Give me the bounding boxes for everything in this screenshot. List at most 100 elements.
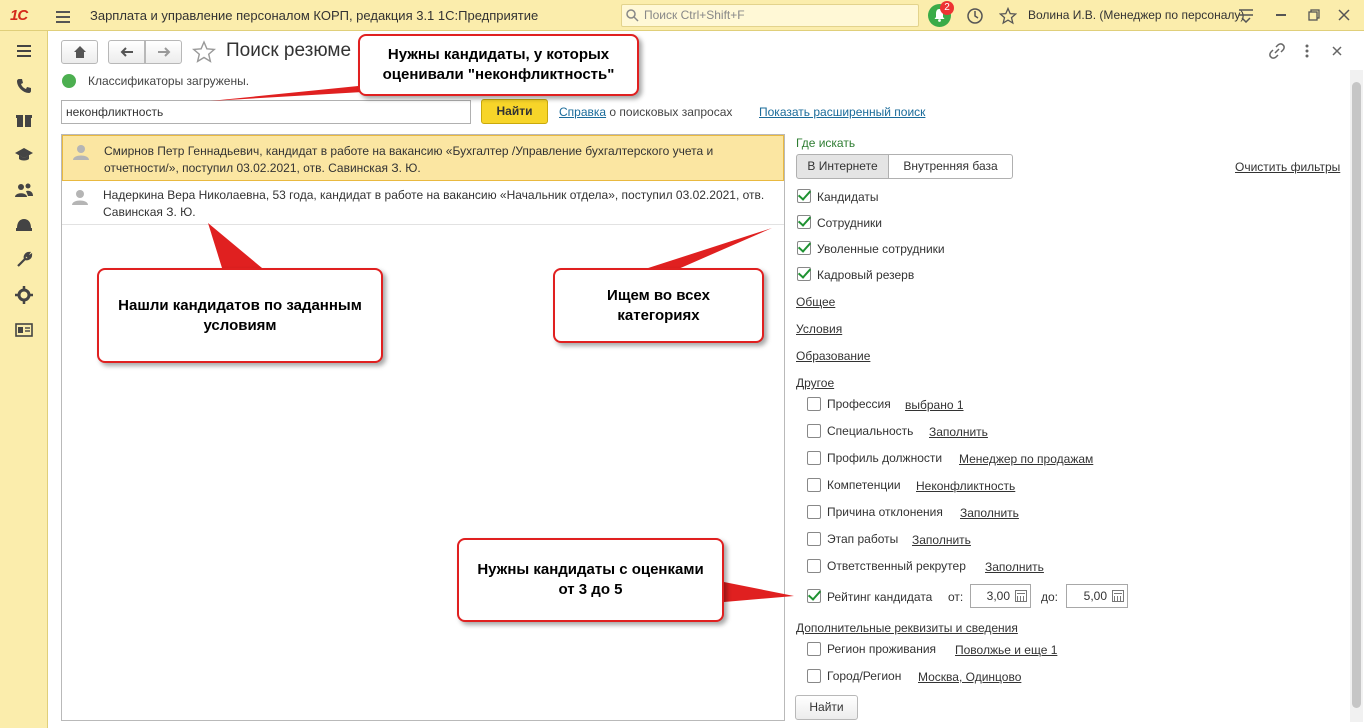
page-title: Поиск резюме — [226, 40, 352, 61]
settings-menu-icon[interactable] — [1238, 7, 1254, 23]
profession-label: Профессия — [827, 397, 891, 411]
status-ok-icon — [62, 74, 76, 88]
specialty-value-link[interactable]: Заполнить — [929, 425, 988, 439]
helmet-icon[interactable] — [14, 215, 34, 235]
people-icon[interactable] — [14, 180, 34, 200]
arrow-right-icon — [157, 47, 170, 57]
callout-rating: Нужны кандидаты с оценками от 3 до 5 — [457, 538, 724, 622]
clear-filters-link[interactable]: Очистить фильтры — [1235, 160, 1340, 174]
calculator-icon[interactable] — [1112, 590, 1124, 602]
position-profile-label: Профиль должности — [827, 451, 943, 465]
position-profile-value-link[interactable]: Менеджер по продажам — [959, 452, 1093, 466]
dismissed-employees-label: Уволенные сотрудники — [817, 242, 945, 256]
home-button[interactable] — [61, 40, 98, 64]
rating-from-input[interactable]: 3,00 — [970, 584, 1031, 608]
forward-button[interactable] — [145, 40, 182, 64]
gear-icon[interactable] — [14, 285, 34, 305]
search-query-input[interactable]: неконфликтность — [61, 100, 471, 124]
city-checkbox[interactable] — [807, 669, 821, 683]
current-user[interactable]: Волина И.В. (Менеджер по персоналу) — [1028, 0, 1244, 31]
region-value-link[interactable]: Поволжье и еще 1 — [955, 643, 1057, 657]
rating-checkbox[interactable] — [807, 589, 821, 603]
help-suffix: о поисковых запросах — [609, 105, 733, 119]
city-value-link[interactable]: Москва, Одинцово — [918, 670, 1021, 684]
global-search-input[interactable]: Поиск Ctrl+Shift+F — [621, 4, 919, 27]
add-to-favorites-star-icon[interactable] — [192, 40, 216, 64]
rating-to-input[interactable]: 5,00 — [1066, 584, 1128, 608]
profession-checkbox[interactable] — [807, 397, 821, 411]
back-button[interactable] — [108, 40, 145, 64]
scrollbar-thumb[interactable] — [1352, 82, 1361, 708]
link-icon[interactable] — [1269, 43, 1285, 59]
gift-icon[interactable] — [14, 110, 34, 130]
advanced-search-link[interactable]: Показать расширенный поиск — [759, 105, 925, 119]
main-menu-icon[interactable] — [56, 8, 72, 26]
result-row[interactable]: Надеркина Вера Николаевна, 53 года, канд… — [62, 181, 784, 225]
result-text: Надеркина Вера Николаевна, 53 года, канд… — [103, 188, 765, 219]
arrow-left-icon — [120, 47, 133, 57]
city-label: Город/Регион — [827, 669, 902, 683]
find-button[interactable]: Найти — [481, 99, 548, 124]
rejection-reason-value-link[interactable]: Заполнить — [960, 506, 1019, 520]
id-card-icon[interactable] — [14, 320, 34, 340]
section-education-link[interactable]: Образование — [796, 349, 870, 363]
rejection-reason-checkbox[interactable] — [807, 505, 821, 519]
rejection-reason-label: Причина отклонения — [827, 505, 943, 519]
rating-label: Рейтинг кандидата — [827, 590, 933, 604]
where-to-search-title: Где искать — [796, 136, 856, 150]
region-checkbox[interactable] — [807, 642, 821, 656]
competencies-checkbox[interactable] — [807, 478, 821, 492]
dismissed-employees-checkbox[interactable] — [797, 241, 811, 255]
recruiter-value-link[interactable]: Заполнить — [985, 560, 1044, 574]
specialty-checkbox[interactable] — [807, 424, 821, 438]
help-link[interactable]: Справка — [559, 105, 606, 119]
calculator-icon[interactable] — [1015, 590, 1027, 602]
section-general-link[interactable]: Общее — [796, 295, 835, 309]
wrench-icon[interactable] — [14, 250, 34, 270]
work-stage-label: Этап работы — [827, 532, 899, 546]
candidates-label: Кандидаты — [817, 190, 879, 204]
person-icon — [72, 190, 88, 205]
find-bottom-button[interactable]: Найти — [795, 695, 858, 720]
result-row[interactable]: Смирнов Петр Геннадьевич, кандидат в раб… — [62, 135, 784, 181]
personnel-reserve-label: Кадровый резерв — [817, 268, 915, 282]
section-other-link[interactable]: Другое — [796, 376, 834, 390]
recruiter-checkbox[interactable] — [807, 559, 821, 573]
employees-label: Сотрудники — [817, 216, 882, 230]
section-extra-link[interactable]: Дополнительные реквизиты и сведения — [796, 621, 1018, 635]
status-message: Классификаторы загружены. — [88, 74, 250, 88]
work-stage-value-link[interactable]: Заполнить — [912, 533, 971, 547]
more-actions-icon[interactable] — [1304, 43, 1310, 59]
profession-value-link[interactable]: выбрано 1 — [905, 398, 964, 412]
maximize-icon[interactable] — [1308, 9, 1320, 21]
close-window-icon[interactable] — [1338, 9, 1350, 21]
personnel-reserve-checkbox[interactable] — [797, 267, 811, 281]
favorites-star-icon[interactable] — [999, 7, 1017, 25]
work-stage-checkbox[interactable] — [807, 532, 821, 546]
person-icon — [73, 145, 89, 160]
region-label: Регион проживания — [827, 642, 937, 656]
rating-to-label: до: — [1041, 590, 1059, 604]
app-title: Зарплата и управление персоналом КОРП, р… — [90, 8, 539, 23]
rating-from-value: 3,00 — [986, 589, 1010, 603]
specialty-label: Специальность — [827, 424, 914, 438]
recruiter-label: Ответственный рекрутер — [827, 559, 966, 573]
menu-icon[interactable] — [14, 41, 34, 61]
competencies-value-link[interactable]: Неконфликтность — [916, 479, 1015, 493]
close-form-icon[interactable] — [1332, 46, 1342, 56]
position-profile-checkbox[interactable] — [807, 451, 821, 465]
competencies-label: Компетенции — [827, 478, 901, 492]
notifications-count-badge: 2 — [940, 1, 954, 15]
rating-to-value: 5,00 — [1083, 589, 1107, 603]
results-list[interactable]: Смирнов Петр Геннадьевич, кандидат в раб… — [61, 134, 785, 721]
tab-internal-base[interactable]: Внутренняя база — [888, 154, 1013, 179]
employees-checkbox[interactable] — [797, 215, 811, 229]
section-conditions-link[interactable]: Условия — [796, 322, 842, 336]
candidates-checkbox[interactable] — [797, 189, 811, 203]
graduation-cap-icon[interactable] — [14, 145, 34, 165]
tab-internet[interactable]: В Интернете — [796, 154, 889, 179]
top-bar: 1С Зарплата и управление персоналом КОРП… — [0, 0, 1364, 31]
phone-icon[interactable] — [14, 76, 34, 96]
history-icon[interactable] — [966, 7, 984, 25]
minimize-icon[interactable] — [1276, 14, 1286, 16]
